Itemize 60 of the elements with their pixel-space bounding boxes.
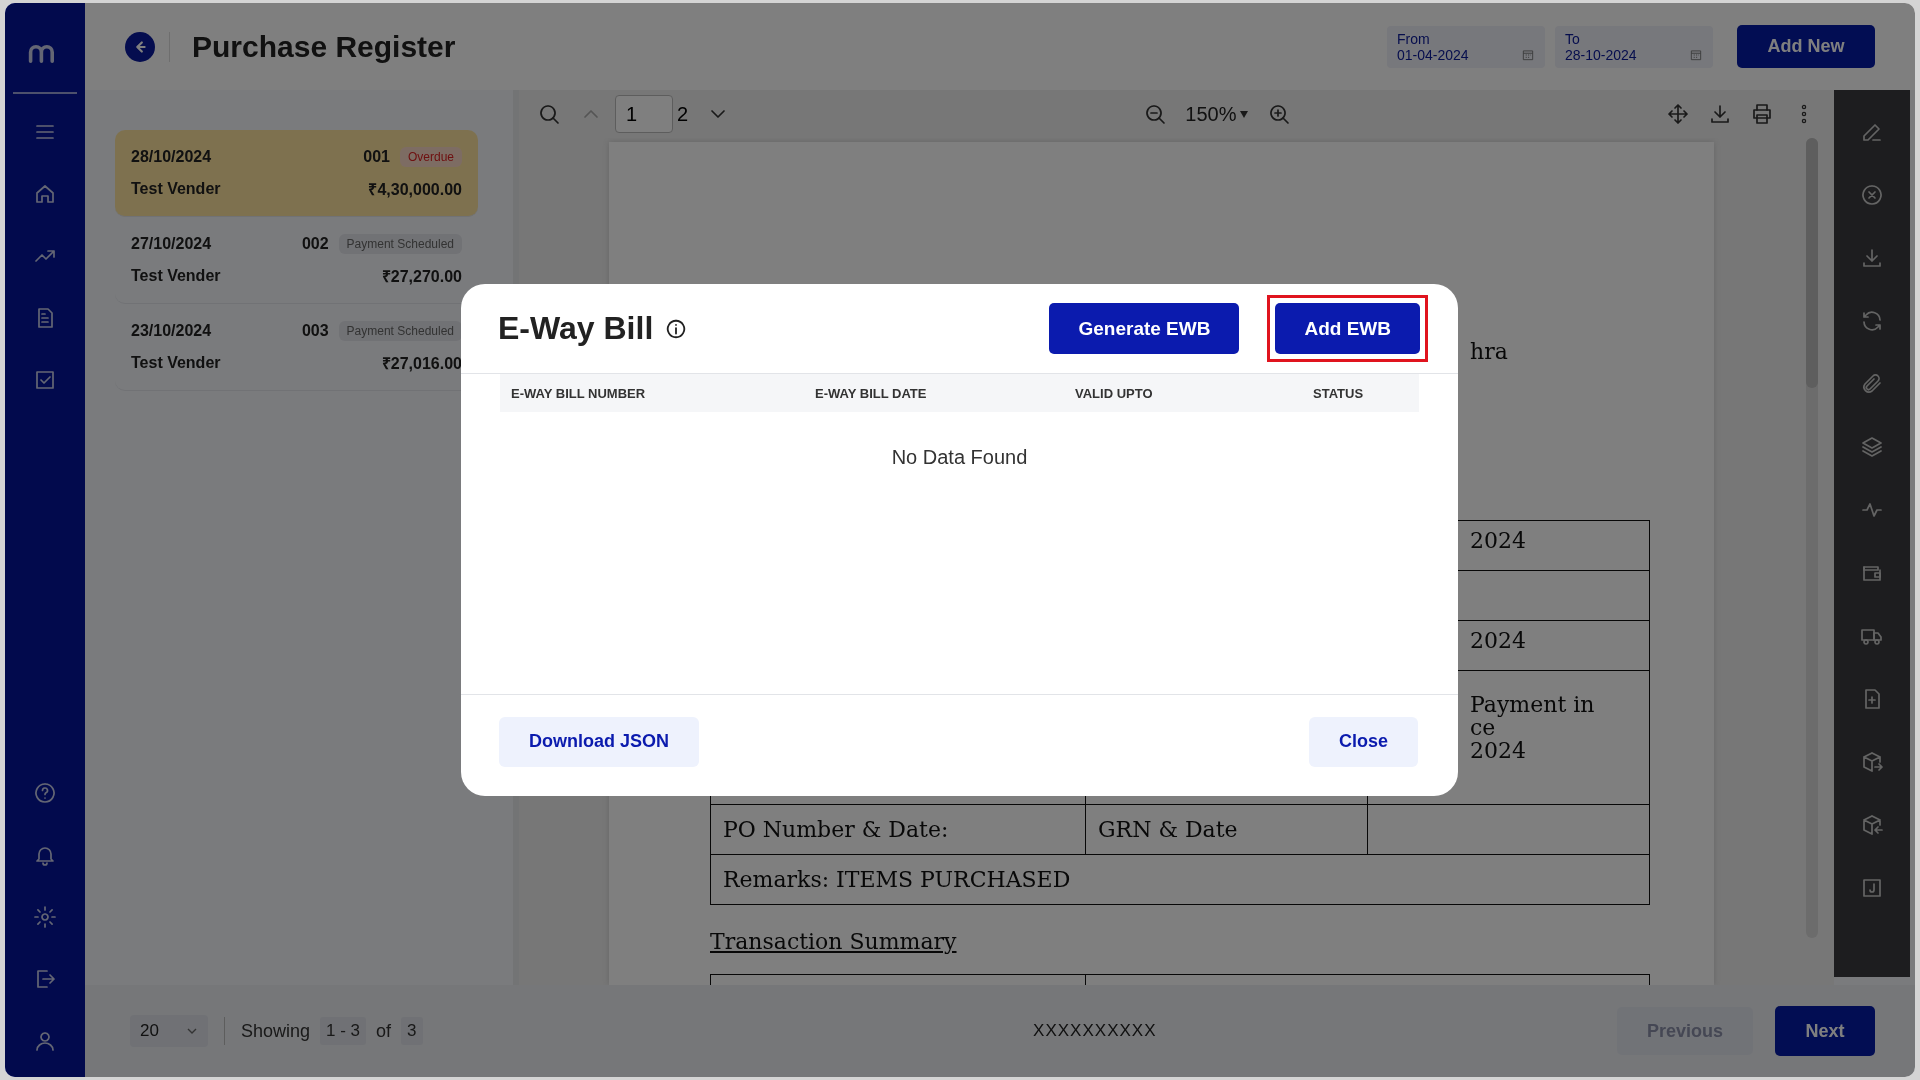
- calendar-icon: [1521, 47, 1535, 62]
- invoice-date: 27/10/2024: [131, 235, 212, 253]
- total-label: 3: [401, 1017, 423, 1045]
- action-button[interactable]: Add EWB: [1275, 303, 1420, 354]
- page-number-field[interactable]: 1: [615, 95, 673, 133]
- page-size-select[interactable]: 20: [130, 1015, 208, 1047]
- status-badge: Payment Scheduled: [338, 234, 462, 254]
- document-text: 2024: [1470, 629, 1526, 653]
- column-header: VALID UPTO: [1075, 385, 1154, 401]
- calendar-icon: [1689, 47, 1703, 62]
- invoice-date: 23/10/2024: [131, 322, 212, 340]
- close-button[interactable]: Close: [1308, 716, 1418, 767]
- document-cell: PO Number & Date:: [723, 817, 949, 842]
- document-text: 2024: [1470, 529, 1526, 553]
- showing-label: Showing: [241, 1020, 311, 1042]
- invoice-card[interactable]: 27/10/2024 002 Payment Scheduled Test Vender ₹27,270.00: [115, 217, 478, 304]
- page-title: Purchase Register: [192, 29, 456, 64]
- status-badge: Overdue: [399, 147, 462, 167]
- of-label: of: [376, 1020, 392, 1042]
- document-text: Payment in ce 2024: [1470, 693, 1595, 763]
- section-heading: Transaction Summary: [710, 929, 958, 954]
- zoom-out-icon[interactable]: [1143, 102, 1168, 126]
- dialog-title: E-Way Bill: [498, 310, 654, 347]
- page-count: 2: [677, 102, 689, 126]
- column-header: E-WAY BILL NUMBER: [511, 385, 647, 401]
- download-icon[interactable]: [1708, 102, 1732, 126]
- document-text: hra: [1470, 339, 1508, 364]
- move-icon[interactable]: [1666, 102, 1690, 126]
- next-button[interactable]: Next: [1775, 1006, 1875, 1056]
- status-badge: Payment Scheduled: [338, 321, 462, 341]
- document-cell: GRN & Date: [1098, 817, 1238, 842]
- back-button[interactable]: [125, 31, 155, 62]
- range-label: 1 - 3: [320, 1017, 367, 1045]
- invoice-amount: ₹4,30,000.00: [368, 180, 462, 200]
- column-header: STATUS: [1313, 385, 1365, 401]
- from-date-field[interactable]: From 01-04-2024: [1387, 25, 1545, 68]
- invoice-number: 002: [301, 235, 329, 253]
- invoice-number: 001: [363, 148, 390, 166]
- empty-message: No Data Found: [890, 446, 1029, 469]
- vendor-name: Test Vender: [131, 354, 221, 372]
- download-json-button[interactable]: Download JSON: [499, 716, 699, 767]
- info-icon[interactable]: [665, 317, 688, 340]
- print-icon[interactable]: [1750, 102, 1774, 126]
- document-cell: Remarks: ITEMS PURCHASED: [723, 867, 1071, 892]
- invoice-amount: ₹27,016.00: [381, 354, 462, 374]
- footer-text: XXXXXXXXXX: [1033, 1021, 1157, 1041]
- invoice-number: 003: [301, 322, 329, 340]
- invoice-date: 28/10/2024: [131, 148, 212, 166]
- zoom-select[interactable]: 150%: [1185, 102, 1237, 126]
- vendor-name: Test Vender: [131, 180, 221, 198]
- invoice-amount: ₹27,270.00: [381, 267, 462, 287]
- column-header: E-WAY BILL DATE: [815, 385, 928, 401]
- scrollbar[interactable]: [1806, 138, 1818, 938]
- dropdown-triangle-icon[interactable]: [1238, 109, 1249, 119]
- to-date-field[interactable]: To 28-10-2024: [1555, 25, 1713, 68]
- search-icon[interactable]: [537, 102, 561, 126]
- invoice-card[interactable]: 28/10/2024 001 Overdue Test Vender ₹4,30,000.00: [115, 130, 478, 217]
- vendor-name: Test Vender: [131, 267, 221, 285]
- add-new-button[interactable]: Add New: [1737, 25, 1875, 68]
- action-button[interactable]: Generate EWB: [1049, 303, 1240, 354]
